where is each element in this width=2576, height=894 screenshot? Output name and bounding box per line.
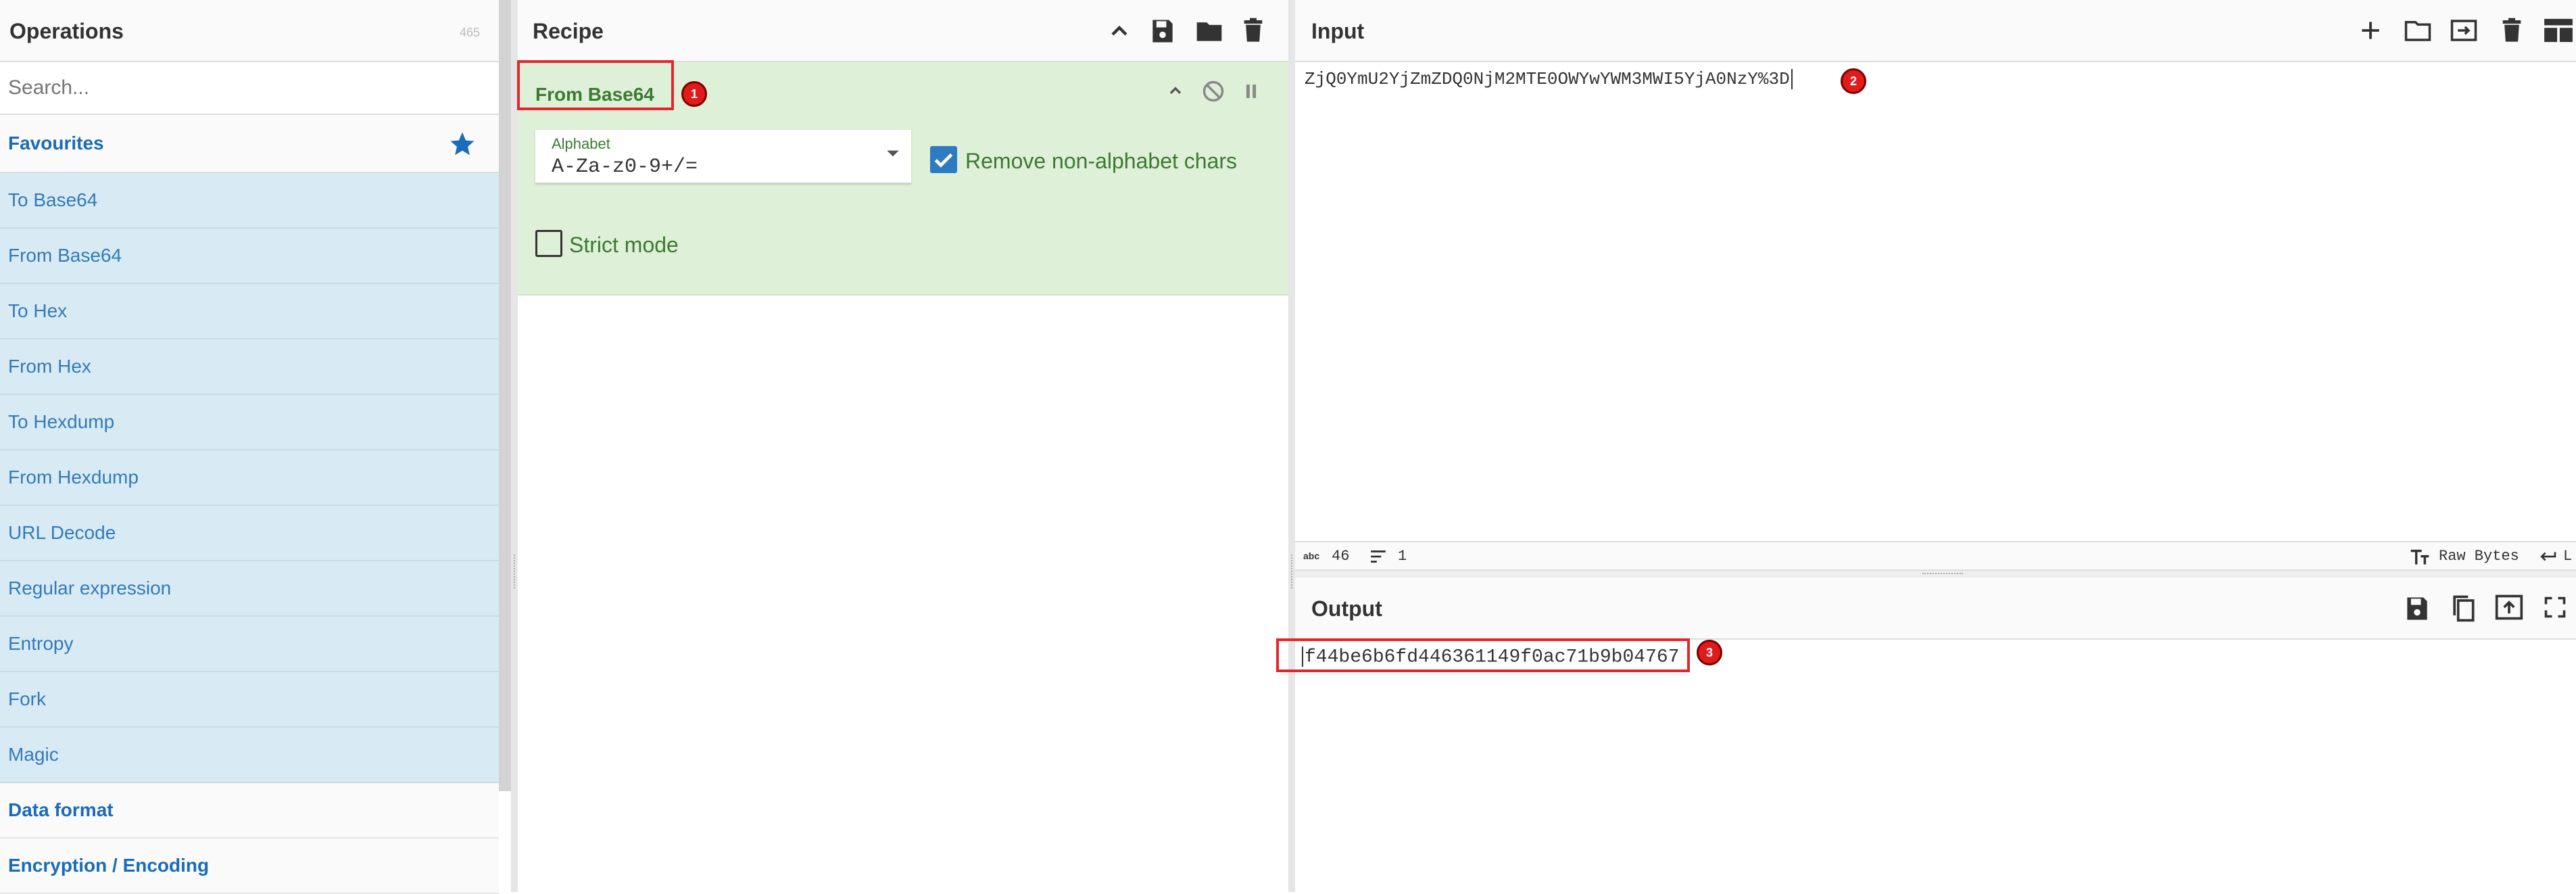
pause-icon[interactable] <box>1240 80 1263 103</box>
operation-label: From Hexdump <box>8 467 139 488</box>
category-label: Encryption / Encoding <box>8 855 210 876</box>
checkbox-checked-icon[interactable] <box>930 146 957 173</box>
annotation-badge-3: 3 <box>1697 640 1722 665</box>
alphabet-value: A-Za-z0-9+/= <box>552 156 698 179</box>
alphabet-label: Alphabet <box>552 135 610 152</box>
operation-item-from-hexdump[interactable]: From Hexdump <box>0 450 499 506</box>
trash-icon[interactable] <box>2498 15 2525 46</box>
chevron-up-icon[interactable] <box>1106 18 1133 45</box>
open-folder-icon[interactable] <box>2402 16 2433 45</box>
operations-scrollbar[interactable] <box>499 0 511 791</box>
remove-non-alphabet-checkbox[interactable]: Remove non-alphabet chars <box>930 146 1282 176</box>
operation-item-from-hex[interactable]: From Hex <box>0 339 499 395</box>
favourites-label: Favourites <box>8 133 104 154</box>
alphabet-select[interactable]: Alphabet A-Za-z0-9+/= <box>535 130 911 184</box>
operation-item-to-hexdump[interactable]: To Hexdump <box>0 395 499 450</box>
strict-mode-label: Strict mode <box>569 233 679 257</box>
operation-label: To Hexdump <box>8 411 115 432</box>
save-icon[interactable] <box>1148 16 1177 46</box>
replace-input-icon[interactable] <box>2494 592 2524 622</box>
recipe-title: Recipe <box>533 19 604 43</box>
input-header: Input <box>1295 0 2576 62</box>
panel-divider-left[interactable] <box>511 0 518 892</box>
divider-grip <box>514 555 515 588</box>
operation-label: From Base64 <box>8 245 122 266</box>
divider-grip <box>1922 573 1963 574</box>
operations-count: 465 <box>460 26 481 39</box>
io-divider[interactable] <box>1295 571 2576 578</box>
favourites-category[interactable]: Favourites <box>0 115 499 173</box>
operation-item-fork[interactable]: Fork <box>0 672 499 728</box>
caret-down-icon[interactable] <box>885 149 900 158</box>
operation-item-to-base64[interactable]: To Base64 <box>0 173 499 229</box>
save-icon[interactable] <box>2402 594 2432 624</box>
open-file-icon[interactable] <box>2448 16 2479 45</box>
output-panel: Output f44be6b6fd446361149f0ac71b9b04767 <box>1295 578 2576 892</box>
text-format-icon[interactable] <box>2409 548 2431 567</box>
operations-header: Operations 465 <box>0 0 499 62</box>
operation-item-to-hex[interactable]: To Hex <box>0 284 499 339</box>
character-count-icon: abc <box>1303 550 1320 561</box>
input-title: Input <box>1311 19 1365 43</box>
annotation-badge-2: 2 <box>1841 68 1866 94</box>
trash-icon[interactable] <box>1240 15 1267 46</box>
annotation-badge-1: 1 <box>681 81 707 107</box>
panel-divider-right[interactable] <box>1288 0 1295 892</box>
operation-label: Regular expression <box>8 578 172 598</box>
category-label: Data format <box>8 799 114 820</box>
remove-non-alphabet-label: Remove non-alphabet chars <box>965 149 1238 173</box>
operations-title: Operations <box>9 19 124 43</box>
input-panel: Input ZjQ0YmU2YjZmZDQ0NjM2MTE0OWYwYWM3MW… <box>1295 0 2576 571</box>
operation-label: Magic <box>8 744 59 765</box>
operation-item-url-decode[interactable]: URL Decode <box>0 506 499 561</box>
encoding-label[interactable]: Raw Bytes <box>2439 548 2519 565</box>
checkbox-unchecked-icon[interactable] <box>535 230 562 257</box>
operation-label: To Base64 <box>8 189 98 210</box>
input-status-bar: abc 46 1 Raw Bytes L <box>1295 541 2576 571</box>
operation-item-regular-expression[interactable]: Regular expression <box>0 561 499 617</box>
star-icon[interactable] <box>447 130 477 158</box>
category-encryption-encoding[interactable]: Encryption / Encoding <box>0 839 499 894</box>
operation-item-magic[interactable]: Magic <box>0 728 499 783</box>
eol-label[interactable]: L <box>2563 548 2572 565</box>
annotation-box-3 <box>1276 638 1690 672</box>
operation-item-entropy[interactable]: Entropy <box>0 617 499 672</box>
operation-label: Entropy <box>8 633 74 654</box>
eol-icon[interactable] <box>2537 549 2558 564</box>
input-textarea[interactable]: ZjQ0YmU2YjZmZDQ0NjM2MTE0OWYwYWM3MWI5YjA0… <box>1305 69 1793 90</box>
maximize-icon[interactable] <box>2543 595 2567 619</box>
operation-item-from-base64[interactable]: From Base64 <box>0 229 499 284</box>
divider-grip <box>1291 555 1292 588</box>
folder-icon[interactable] <box>1194 16 1225 46</box>
operation-label: Fork <box>8 688 46 709</box>
strict-mode-checkbox[interactable]: Strict mode <box>535 230 738 260</box>
output-title: Output <box>1311 596 1382 621</box>
text-cursor <box>1791 69 1793 90</box>
annotation-box-1 <box>517 60 674 110</box>
output-header: Output <box>1295 578 2576 640</box>
operations-search-input[interactable] <box>0 62 499 115</box>
category-data-format[interactable]: Data format <box>0 783 499 839</box>
input-length: 46 <box>1332 548 1350 565</box>
operation-label: URL Decode <box>8 522 116 543</box>
layout-icon[interactable] <box>2543 18 2574 43</box>
operations-panel: Operations 465 Favourites To Base64 From… <box>0 0 499 894</box>
input-lines: 1 <box>1398 548 1407 565</box>
operation-label: From Hex <box>8 356 91 377</box>
copy-icon[interactable] <box>2448 592 2478 624</box>
operation-label: To Hex <box>8 300 68 321</box>
recipe-header: Recipe <box>518 0 1288 62</box>
disable-icon[interactable] <box>1200 78 1226 104</box>
lines-icon <box>1369 549 1387 564</box>
input-value: ZjQ0YmU2YjZmZDQ0NjM2MTE0OWYwYWM3MWI5YjA0… <box>1305 69 1790 89</box>
chevron-up-icon[interactable] <box>1164 80 1187 103</box>
plus-icon[interactable] <box>2358 18 2383 43</box>
